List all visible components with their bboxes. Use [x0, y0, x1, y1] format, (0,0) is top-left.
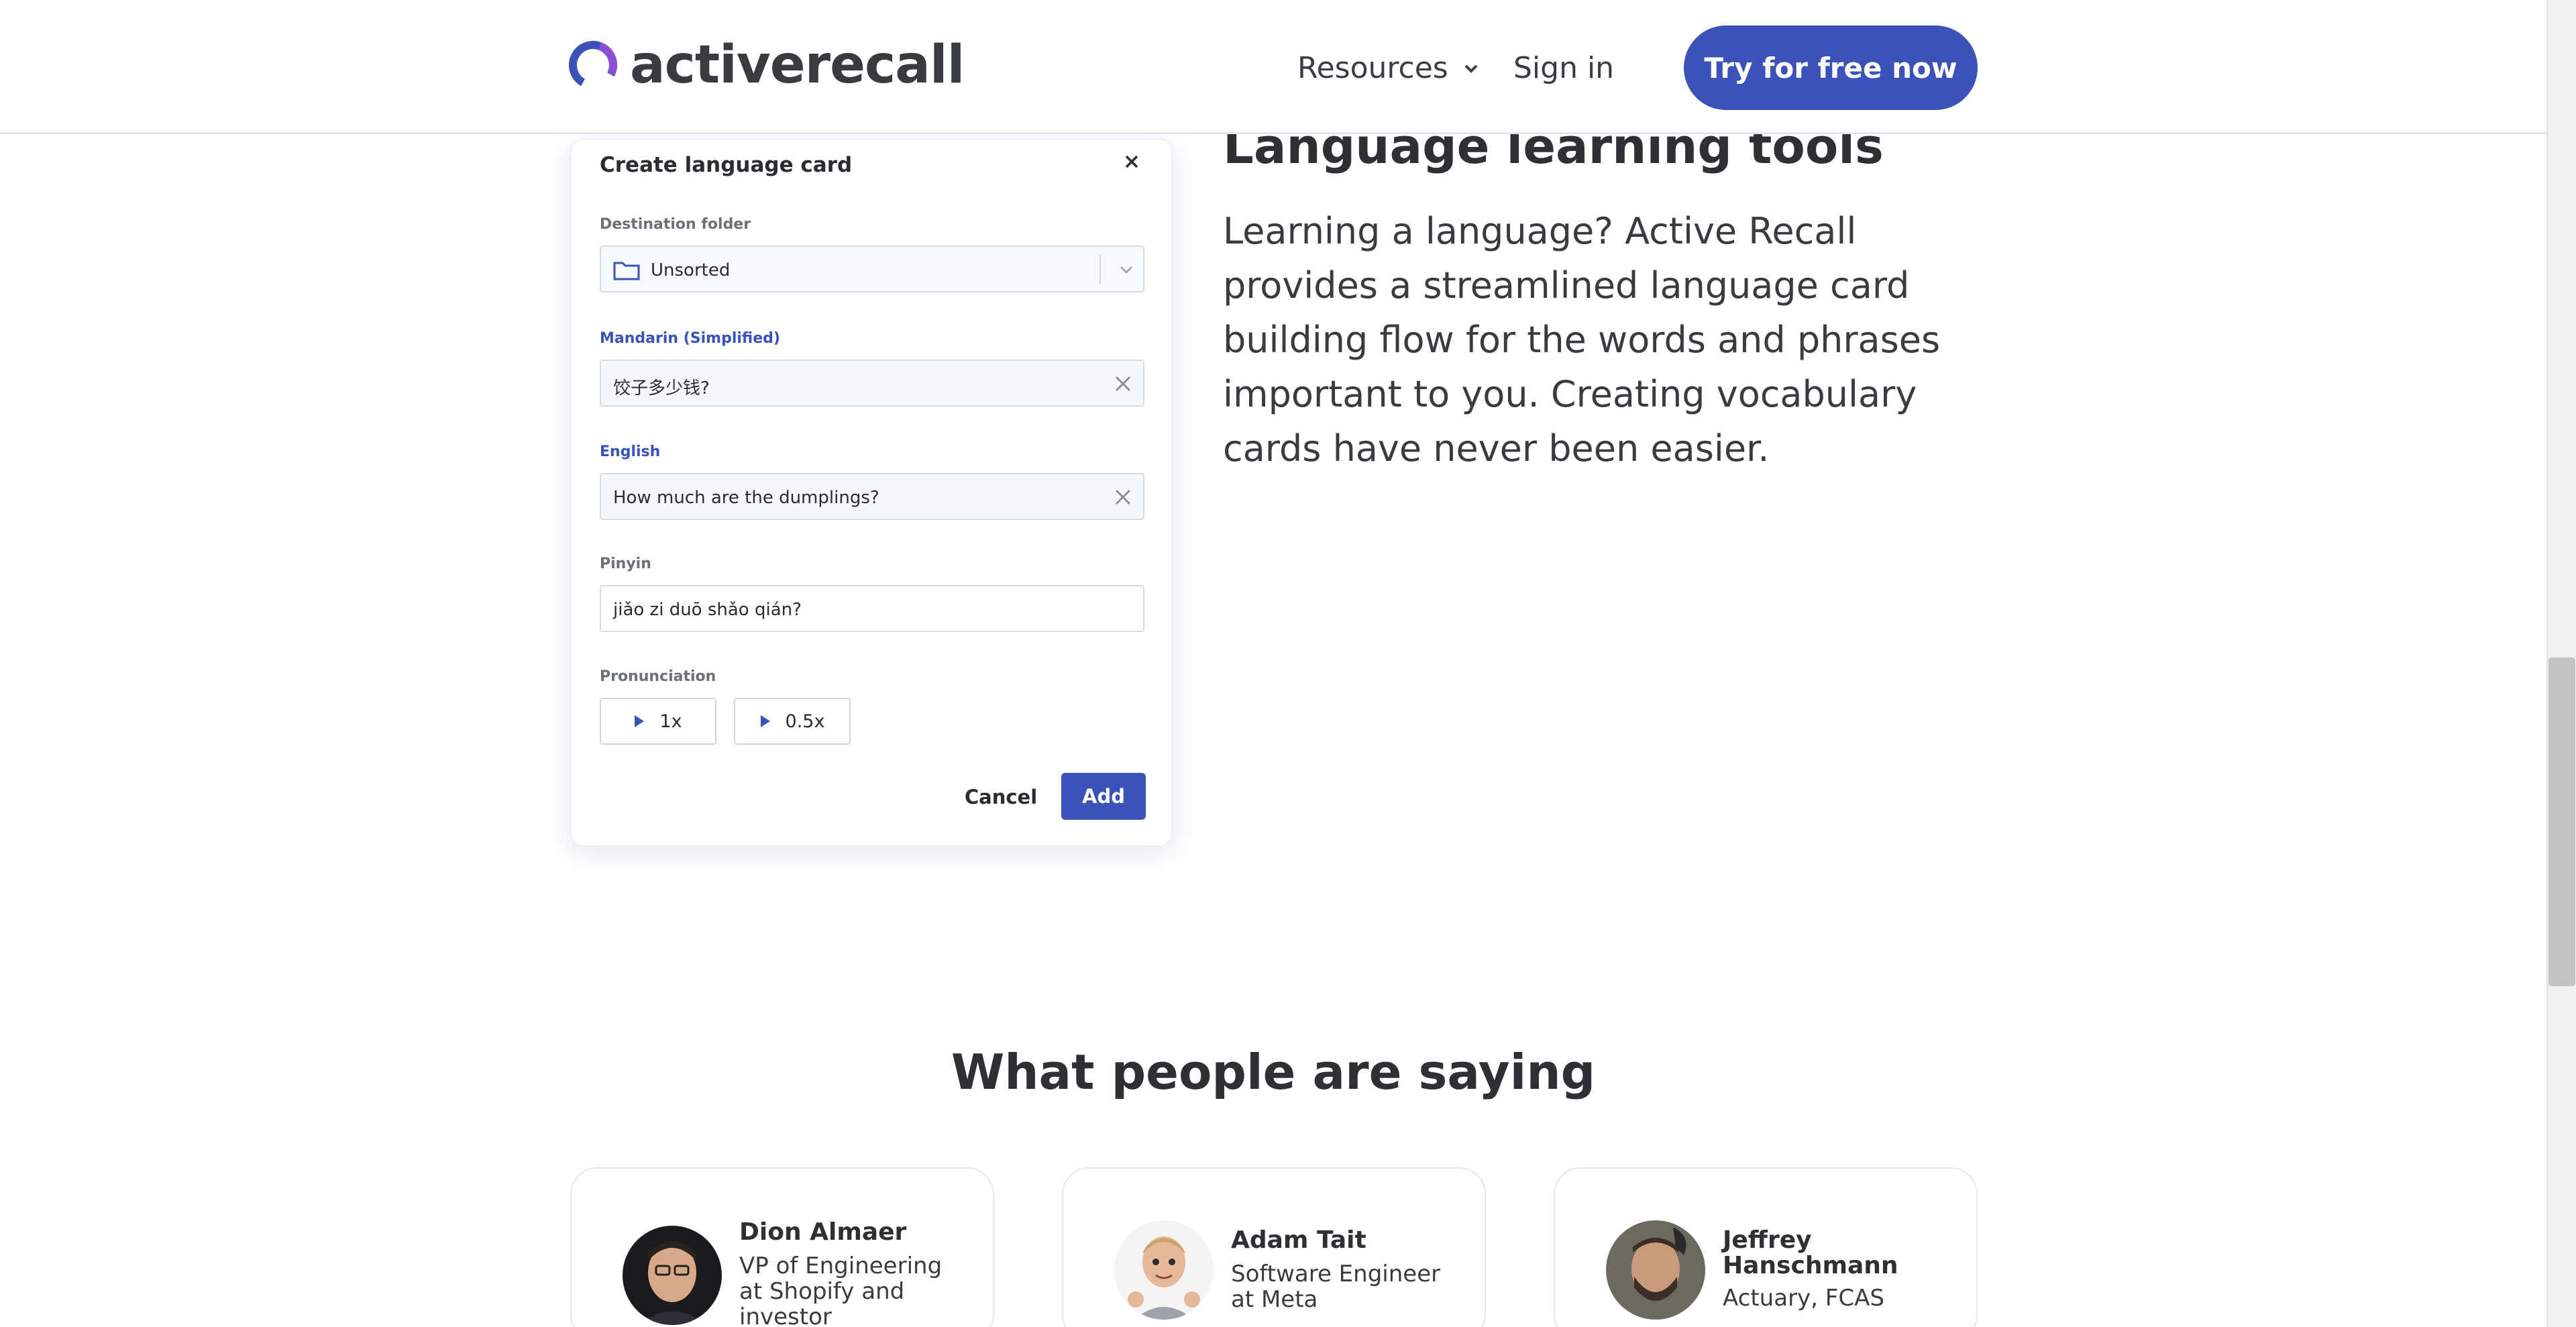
play-icon — [635, 715, 645, 727]
close-icon[interactable] — [1120, 150, 1143, 173]
testimonial-role: Software Engineer at Meta — [1231, 1261, 1441, 1313]
folder-icon — [613, 262, 640, 280]
mandarin-label: Mandarin (Simplified) — [600, 330, 780, 347]
testimonial-name: Adam Tait — [1231, 1226, 1366, 1254]
nav-resources-label: Resources — [1297, 51, 1448, 85]
create-language-card-dialog: Create language card Destination folder … — [570, 138, 1173, 847]
english-label: English — [600, 443, 661, 460]
pinyin-input[interactable]: jiǎo zi duō shǎo qián? — [600, 585, 1144, 632]
pronunciation-label: Pronunciation — [600, 668, 716, 685]
testimonial-name: Jeffrey Hanschmann — [1723, 1226, 1898, 1279]
pinyin-label: Pinyin — [600, 555, 651, 572]
clear-icon[interactable] — [1112, 373, 1134, 394]
destination-folder-label: Destination folder — [600, 216, 751, 233]
testimonial-name: Dion Almaer — [739, 1218, 907, 1246]
scrollbar-thumb[interactable] — [2548, 657, 2575, 986]
logo-text: activerecall — [630, 35, 965, 95]
play-icon — [760, 715, 770, 727]
chevron-down-icon — [1464, 64, 1478, 73]
cancel-button[interactable]: Cancel — [954, 774, 1048, 820]
section-body: Learning a language? Active Recall provi… — [1223, 210, 1941, 470]
destination-folder-value: Unsorted — [651, 260, 731, 280]
dialog-title: Create language card — [600, 153, 853, 177]
testimonial-role: VP of Engineering at Shopify and investo… — [739, 1253, 943, 1327]
select-divider — [1099, 255, 1101, 284]
add-button[interactable]: Add — [1061, 773, 1146, 820]
mandarin-input[interactable]: 饺子多少钱? — [600, 360, 1144, 407]
nav-resources[interactable]: Resources — [1297, 51, 1479, 85]
play-05x-button[interactable]: 0.5x — [734, 698, 851, 745]
mandarin-value: 饺子多少钱? — [613, 378, 710, 399]
english-value: How much are the dumplings? — [613, 488, 879, 508]
testimonial-role: Actuary, FCAS — [1723, 1285, 1884, 1312]
play-1x-label: 1x — [659, 710, 682, 732]
try-free-button[interactable]: Try for free now — [1684, 25, 1978, 110]
english-input[interactable]: How much are the dumplings? — [600, 473, 1144, 520]
play-1x-button[interactable]: 1x — [600, 698, 716, 745]
nav-signin-link[interactable]: Sign in — [1513, 51, 1614, 85]
logo[interactable]: activerecall — [567, 35, 965, 95]
testimonial-card: Dion Almaer VP of Engineering at Shopify… — [570, 1167, 994, 1327]
testimonials-heading: What people are saying — [951, 1044, 1596, 1100]
chevron-down-icon[interactable] — [1118, 264, 1134, 275]
pinyin-value: jiǎo zi duō shǎo qián? — [613, 600, 802, 620]
clear-icon[interactable] — [1112, 486, 1134, 508]
site-header: activerecall Resources Sign in Try for f… — [0, 0, 2546, 134]
destination-folder-select[interactable]: Unsorted — [600, 246, 1144, 293]
play-05x-label: 0.5x — [785, 710, 825, 732]
logo-ring-icon — [569, 41, 617, 89]
avatar — [1114, 1220, 1214, 1320]
testimonial-card: Jeffrey Hanschmann Actuary, FCAS — [1554, 1167, 1978, 1327]
avatar — [1606, 1220, 1705, 1320]
avatar — [623, 1226, 722, 1325]
testimonial-card: Adam Tait Software Engineer at Meta — [1062, 1167, 1486, 1327]
